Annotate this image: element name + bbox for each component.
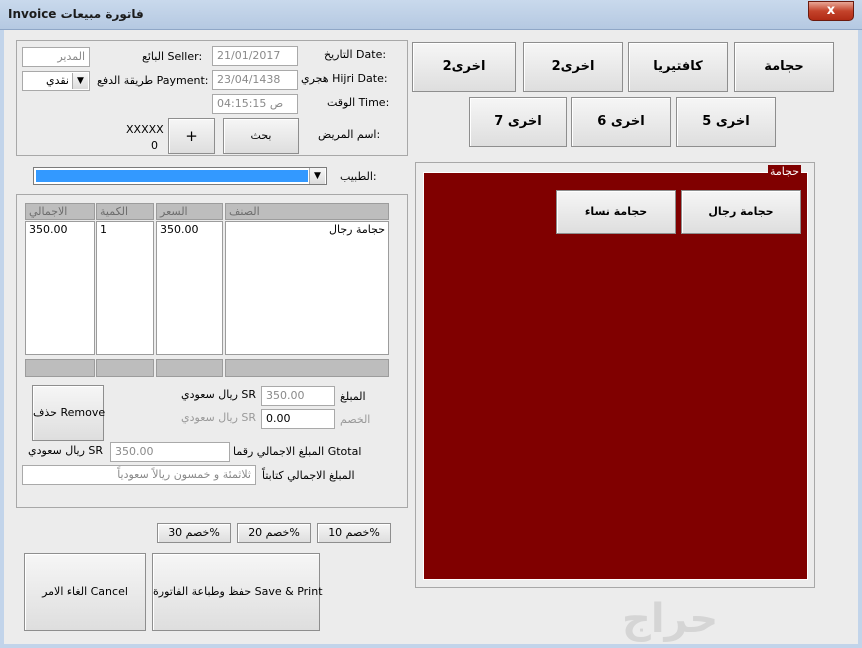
patient-count: 0 xyxy=(151,139,158,152)
footer-total xyxy=(25,359,95,377)
seller-field[interactable]: المدير xyxy=(22,47,90,67)
gtotal-currency: ريال سعودي SR xyxy=(28,444,104,457)
total-words-label: المبلغ الاجمالي كتابتاً xyxy=(262,469,355,482)
payment-select-value: نقدي xyxy=(45,74,69,87)
footer-item xyxy=(225,359,389,377)
doctor-label: الطبيب: xyxy=(340,170,377,183)
discount-30-button[interactable]: خصم 30% xyxy=(157,523,231,543)
column-header-total: الاجمالي xyxy=(25,203,95,220)
gtotal-label: المبلغ الاجمالي رقما Gtotal xyxy=(233,445,362,458)
search-button[interactable]: بحث xyxy=(223,118,299,154)
column-price[interactable]: 350.00 xyxy=(156,221,223,355)
cancel-button[interactable]: الغاء الامر Cancel xyxy=(24,553,146,631)
table-row-item[interactable]: حجامة رجال xyxy=(226,222,388,238)
chevron-down-icon[interactable]: ▼ xyxy=(309,168,325,184)
category-other2-button[interactable]: اخرى2 xyxy=(523,42,623,92)
column-header-item: الصنف xyxy=(225,203,389,220)
window-title: Invoice فاتورة مبيعات xyxy=(8,7,144,21)
haraj-watermark-logo: حراج xyxy=(622,596,719,642)
product-hijama-women-button[interactable]: حجامة نساء xyxy=(556,190,676,234)
column-qty[interactable]: 1 xyxy=(96,221,154,355)
doctor-select[interactable]: ▼ xyxy=(33,167,327,185)
column-header-qty: الكمية xyxy=(96,203,154,220)
patient-code: XXXXX xyxy=(126,123,164,136)
amount-currency: ريال سعودي SR xyxy=(181,388,257,401)
hijri-date-label: هجري Hijri Date: xyxy=(301,72,388,85)
amount-label: المبلغ xyxy=(340,390,366,403)
date-label: التاريخ Date: xyxy=(324,48,387,61)
category-hijama-button[interactable]: حجامة xyxy=(734,42,834,92)
close-button[interactable]: x xyxy=(808,1,854,21)
category-other5-button[interactable]: اخرى 5 xyxy=(676,97,776,147)
time-label: الوقت Time: xyxy=(327,96,390,109)
table-row-price[interactable]: 350.00 xyxy=(157,222,222,238)
table-row-qty[interactable]: 1 xyxy=(97,222,153,238)
title-bar: Invoice فاتورة مبيعات x xyxy=(0,0,862,30)
save-print-button[interactable]: حفظ وطباعة الفاتورة Save & Print xyxy=(152,553,323,631)
discount-label: الخصم xyxy=(340,413,371,426)
footer-qty xyxy=(96,359,154,377)
discount-20-button[interactable]: خصم 20% xyxy=(237,523,311,543)
discount-field[interactable]: 0.00 xyxy=(261,409,335,429)
product-hijama-men-button[interactable]: حجامة رجال xyxy=(681,190,801,234)
payment-label: طريقة الدفع Payment: xyxy=(97,74,209,87)
add-patient-button[interactable]: + xyxy=(168,118,215,154)
category-other7-button[interactable]: اخرى 7 xyxy=(469,97,567,147)
category-other6-button[interactable]: اخرى 6 xyxy=(571,97,671,147)
time-field[interactable]: ص 04:15:15 xyxy=(212,94,298,114)
doctor-select-value xyxy=(36,170,308,182)
chevron-down-icon[interactable]: ▼ xyxy=(72,73,88,89)
gtotal-field[interactable]: 350.00 xyxy=(110,442,230,462)
patient-name-label: اسم المريض: xyxy=(318,128,381,141)
column-header-price: السعر xyxy=(156,203,223,220)
table-row-total[interactable]: 350.00 xyxy=(26,222,94,238)
category-cafeteria-button[interactable]: كافتيريا xyxy=(628,42,728,92)
total-words-field[interactable]: ثلاثمئة و خمسون ريالاً سعودياً xyxy=(22,465,256,485)
column-item[interactable]: حجامة رجال xyxy=(225,221,389,355)
footer-price xyxy=(156,359,223,377)
hijri-date-field[interactable]: 23/04/1438 xyxy=(212,70,298,90)
amount-field[interactable]: 350.00 xyxy=(261,386,335,406)
seller-label: البائع Seller: xyxy=(142,50,203,63)
category-other2b-button[interactable]: اخرى2 xyxy=(412,42,516,92)
products-panel-title: حجامة xyxy=(767,165,801,178)
payment-select[interactable]: نقدي ▼ xyxy=(22,71,90,91)
date-field[interactable]: 21/01/2017 xyxy=(212,46,298,66)
column-total[interactable]: 350.00 xyxy=(25,221,95,355)
remove-button[interactable]: حذف Remove xyxy=(32,385,105,441)
discount-currency: ريال سعودي SR xyxy=(181,411,257,424)
discount-10-button[interactable]: خصم 10% xyxy=(317,523,391,543)
